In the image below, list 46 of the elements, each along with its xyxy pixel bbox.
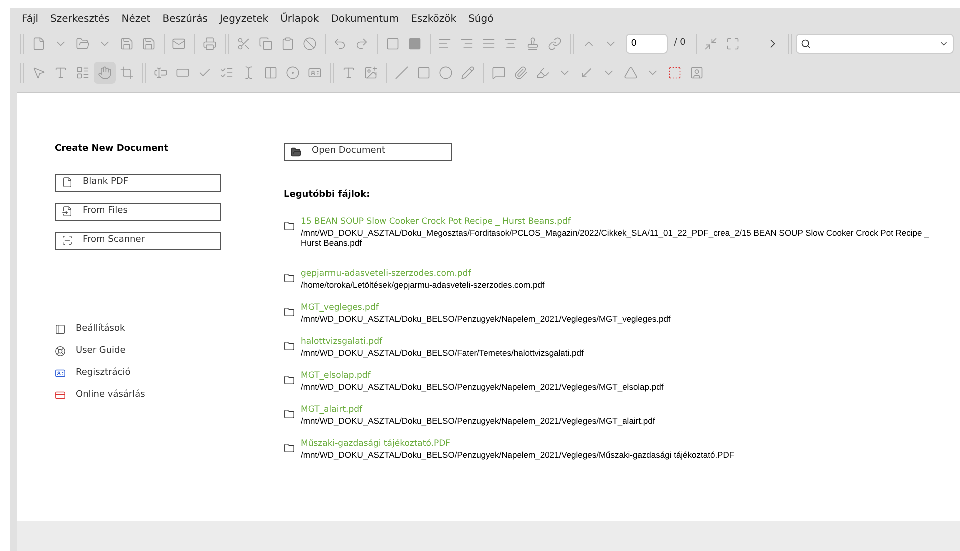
folder-icon — [284, 374, 295, 386]
file-path: /mnt/WD_DOKU_ASZTAL/Doku_BELSO/Fater/Temetes/halottvizsgalati.pdf — [301, 348, 584, 358]
folder-icon — [291, 146, 302, 158]
section-heading: Legutóbbi fájlok: — [284, 189, 372, 202]
hand-icon[interactable] — [94, 62, 116, 84]
menu-item[interactable]: Szerkesztés — [50, 12, 110, 26]
folder-icon — [284, 220, 295, 232]
sidebar-link[interactable]: Online vásárlás — [55, 388, 284, 402]
scanner-icon — [62, 235, 73, 246]
create-button[interactable]: Blank PDF — [55, 174, 221, 192]
create-button[interactable]: From Files — [55, 202, 221, 220]
create-button[interactable]: From Scanner — [55, 232, 221, 250]
folder-icon — [284, 442, 295, 454]
menu-item[interactable]: Beszúrás — [162, 12, 208, 26]
folder-icon — [284, 340, 295, 352]
folder-icon — [284, 272, 295, 284]
file-path: /mnt/WD_DOKU_ASZTAL/Doku_BELSO/Penzugyek/Napelem_2021/Vegleges/MGT_elsolap.pdf — [301, 382, 664, 392]
sidebar-link[interactable]: Beállítások — [55, 322, 284, 336]
menu-item[interactable]: Űrlapok — [280, 12, 320, 26]
page-icon — [62, 177, 73, 188]
credit-card-icon — [55, 390, 66, 401]
file-path: /mnt/WD_DOKU_ASZTAL/Doku_BELSO/Penzugyek/Napelem_2021/Vegleges/Műszaki-gazdasági tájékoztató.PDF — [301, 450, 735, 460]
search-icon — [800, 39, 811, 49]
file-import-icon — [62, 206, 73, 217]
page-number-field[interactable]: 0 — [626, 34, 668, 54]
panel-icon — [55, 324, 66, 335]
file-path: /mnt/WD_DOKU_ASZTAL/Doku_BELSO/Penzugyek/Napelem_2021/Vegleges/MGT_alairt.pdf — [301, 416, 656, 426]
menu-item[interactable]: Nézet — [122, 12, 151, 26]
card-pen-icon — [55, 368, 66, 379]
folder-icon — [284, 306, 295, 318]
menu-item[interactable]: Jegyzetek — [220, 12, 269, 26]
menu-item[interactable]: Eszközök — [411, 12, 457, 26]
file-path: /home/toroka/Letöltések/gepjarmu-adasveteli-szerzodes.com.pdf — [301, 280, 545, 290]
sidebar-link[interactable]: User Guide — [55, 344, 284, 358]
folder-icon — [284, 408, 295, 420]
section-heading: Create New Document — [55, 143, 170, 156]
lifebuoy-icon — [55, 346, 66, 357]
menu-item[interactable]: Fájl — [22, 12, 39, 26]
page-total: / 0 — [674, 37, 686, 50]
sidebar-link[interactable]: Regisztráció — [55, 366, 284, 380]
open-document-button[interactable]: Open Document — [284, 143, 452, 161]
search-field[interactable] — [796, 34, 954, 54]
file-path: /mnt/WD_DOKU_ASZTAL/Doku_Megosztas/Forditasok/PCLOS_Magazin/2022/Cikkek_SLA/11_01_22_PDF_crea_2/15 BEAN SOUP Slow Cooker Crock Pot Recipe _ Hurst Beans.pdf — [301, 228, 930, 248]
file-path: /mnt/WD_DOKU_ASZTAL/Doku_BELSO/Penzugyek/Napelem_2021/Vegleges/MGT_vegleges.pdf — [301, 314, 671, 324]
menu-item[interactable]: Dokumentum — [331, 12, 400, 26]
menu-item[interactable]: Súgó — [468, 12, 494, 26]
